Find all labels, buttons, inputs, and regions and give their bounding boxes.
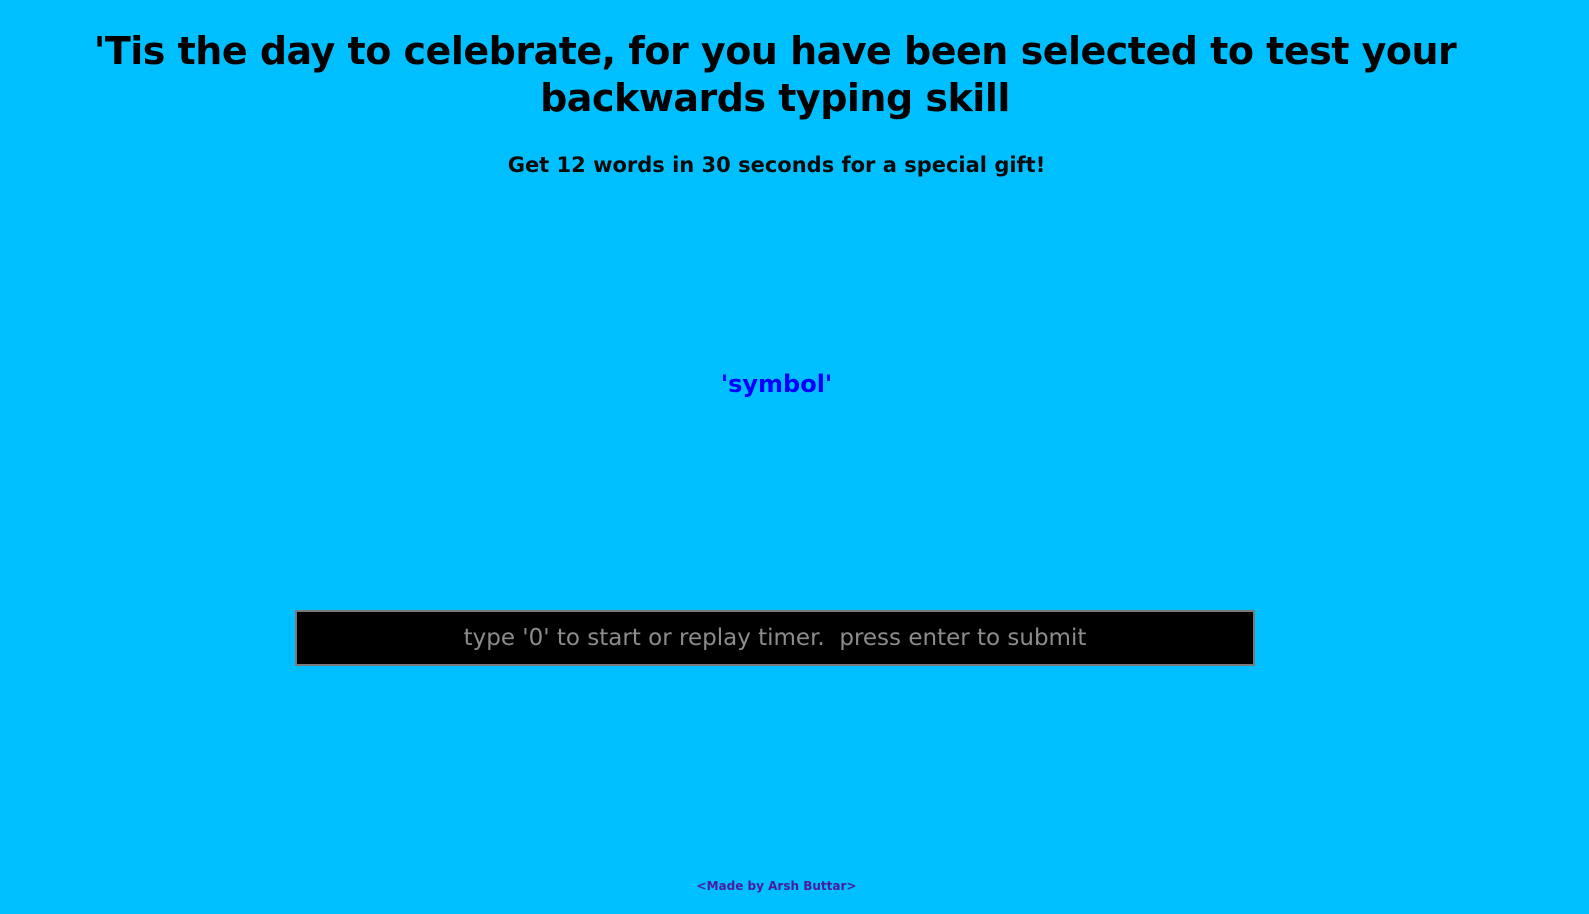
page-title: 'Tis the day to celebrate, for you have … [93,29,1457,120]
page: 'Tis the day to celebrate, for you have … [0,0,1589,914]
author-credit: <Made by Arsh Buttar> [696,879,857,893]
page-subtitle: Get 12 words in 30 seconds for a special… [507,153,1046,177]
target-word: 'symbol' [720,370,833,398]
answer-input[interactable] [295,610,1255,666]
